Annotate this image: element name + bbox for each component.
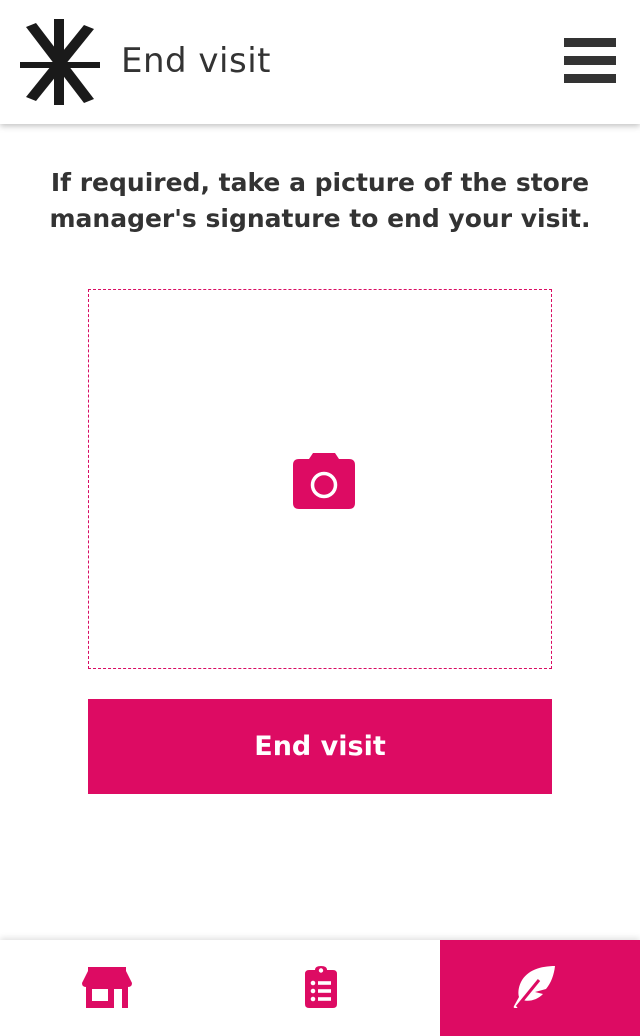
camera-icon xyxy=(293,453,355,509)
bottom-navigation xyxy=(0,940,640,1036)
app-root: End visit If required, take a picture of… xyxy=(0,0,640,1036)
store-icon xyxy=(82,967,132,1008)
clipboard-list-icon xyxy=(305,966,337,1008)
instruction-text: If required, take a picture of the store… xyxy=(49,168,591,233)
nav-item-checklist[interactable] xyxy=(214,940,440,1036)
feather-icon xyxy=(513,966,555,1008)
nav-item-end-visit[interactable] xyxy=(440,940,640,1036)
app-header: End visit xyxy=(0,0,640,124)
page-title: End visit xyxy=(121,41,271,81)
nav-item-store[interactable] xyxy=(0,940,214,1036)
signature-photo-upload-area[interactable] xyxy=(88,289,552,669)
menu-button[interactable] xyxy=(562,36,618,84)
asterisk-logo-icon xyxy=(20,19,100,105)
end-visit-button[interactable]: End visit xyxy=(88,699,552,794)
